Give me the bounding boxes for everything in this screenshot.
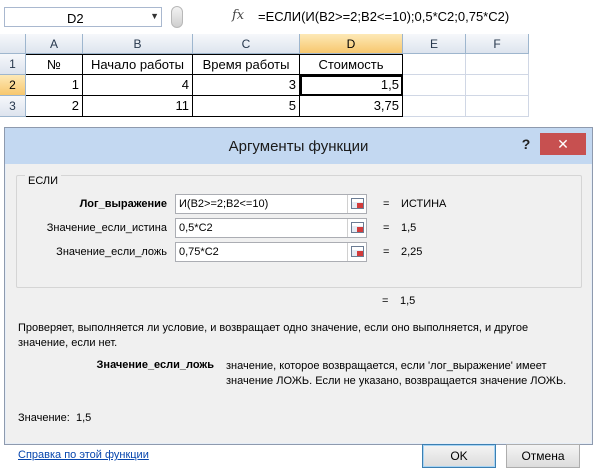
name-box-value: D2 <box>67 11 84 26</box>
formula-input[interactable]: =ЕСЛИ(И(B2>=2;B2<=10);0,5*C2;0,75*C2) <box>255 7 595 27</box>
formula-result-line: Значение: 1,5 <box>18 412 91 424</box>
cell-a2[interactable]: 1 <box>26 75 83 96</box>
select-all-corner[interactable] <box>0 34 26 54</box>
value-if-false-result: 2,25 <box>401 246 423 258</box>
dialog-title: Аргументы функции <box>228 138 369 155</box>
chevron-down-icon[interactable]: ▼ <box>150 11 159 21</box>
close-button[interactable]: ✕ <box>540 133 586 155</box>
logical-test-value: И(B2>=2;B2<=10) <box>179 198 269 210</box>
cell-e1[interactable] <box>403 54 466 75</box>
column-header-d[interactable]: D <box>300 34 403 54</box>
cell-b1[interactable]: Начало работы <box>83 54 193 75</box>
cell-b2[interactable]: 4 <box>83 75 193 96</box>
cell-a3[interactable]: 2 <box>26 96 83 117</box>
value-if-true-result: 1,5 <box>401 222 417 234</box>
function-description: Проверяет, выполняется ли условие, и воз… <box>18 322 529 349</box>
cell-c3[interactable]: 5 <box>193 96 300 117</box>
cell-d3[interactable]: 3,75 <box>300 96 403 117</box>
cell-d1[interactable]: Стоимость <box>300 54 403 75</box>
dialog-body: ЕСЛИ Лог_выражение И(B2>=2;B2<=10) = ИСТ… <box>10 165 587 468</box>
column-header-a[interactable]: A <box>26 34 83 54</box>
cell-f1[interactable] <box>466 54 529 75</box>
value-if-true-input[interactable]: 0,5*C2 <box>175 218 367 238</box>
cell-b3[interactable]: 11 <box>83 96 193 117</box>
sheet-grid: A B C D E F 1 2 3 № Начало работы Время … <box>0 34 597 118</box>
name-box[interactable]: D2 ▼ <box>4 7 162 27</box>
cell-e3[interactable] <box>403 96 466 117</box>
arguments-group: ЕСЛИ Лог_выражение И(B2>=2;B2<=10) = ИСТ… <box>16 175 582 288</box>
equals-sign: = <box>383 246 390 258</box>
range-select-icon <box>351 198 364 209</box>
cell-f2[interactable] <box>466 75 529 96</box>
column-header-e[interactable]: E <box>403 34 466 54</box>
value-label: Значение: <box>18 412 70 424</box>
equals-sign: = <box>383 222 390 234</box>
row-header-2[interactable]: 2 <box>0 75 26 96</box>
arg-label-logical-test: Лог_выражение <box>79 198 167 210</box>
fx-icon[interactable]: fx <box>232 8 244 23</box>
function-arguments-dialog: Аргументы функции ? ✕ ЕСЛИ Лог_выражение… <box>4 127 593 468</box>
value-if-false-value: 0,75*C2 <box>179 246 219 258</box>
value-if-false-input[interactable]: 0,75*C2 <box>175 242 367 262</box>
column-header-b[interactable]: B <box>83 34 193 54</box>
cell-c2[interactable]: 3 <box>193 75 300 96</box>
equals-sign: = <box>383 198 390 210</box>
logical-test-input[interactable]: И(B2>=2;B2<=10) <box>175 194 367 214</box>
function-name-label: ЕСЛИ <box>25 175 62 187</box>
value-result: 1,5 <box>75 412 92 424</box>
help-link[interactable]: Справка по этой функции <box>18 449 149 461</box>
resize-handle[interactable] <box>171 6 183 28</box>
dialog-titlebar[interactable]: Аргументы функции ? ✕ <box>5 128 592 164</box>
collapse-dialog-button[interactable] <box>347 195 366 213</box>
arg-label-value-if-false: Значение_если_ложь <box>56 246 167 258</box>
current-argument-description: значение, которое возвращается, если 'ло… <box>226 360 567 387</box>
collapse-dialog-button[interactable] <box>347 219 366 237</box>
collapse-dialog-button[interactable] <box>347 243 366 261</box>
column-header-f[interactable]: F <box>466 34 529 54</box>
cell-f3[interactable] <box>466 96 529 117</box>
range-select-icon <box>351 222 364 233</box>
total-result: 1,5 <box>400 295 416 307</box>
cell-d2-active[interactable]: 1,5 <box>300 75 403 96</box>
column-header-c[interactable]: C <box>193 34 300 54</box>
total-equals-sign: = <box>382 295 389 307</box>
logical-test-result: ИСТИНА <box>401 198 447 210</box>
cell-e2[interactable] <box>403 75 466 96</box>
help-icon[interactable]: ? <box>518 136 534 154</box>
formula-bar: D2 ▼ fx =ЕСЛИ(И(B2>=2;B2<=10);0,5*C2;0,7… <box>0 0 597 34</box>
current-argument-name: Значение_если_ложь <box>96 359 214 371</box>
cell-a1[interactable]: № <box>26 54 83 75</box>
range-select-icon <box>351 246 364 257</box>
cell-c1[interactable]: Время работы <box>193 54 300 75</box>
row-header-3[interactable]: 3 <box>0 96 26 117</box>
row-header-1[interactable]: 1 <box>0 54 26 75</box>
formula-text: =ЕСЛИ(И(B2>=2;B2<=10);0,5*C2;0,75*C2) <box>258 9 510 24</box>
value-if-true-value: 0,5*C2 <box>179 222 213 234</box>
arg-label-value-if-true: Значение_если_истина <box>46 222 167 234</box>
